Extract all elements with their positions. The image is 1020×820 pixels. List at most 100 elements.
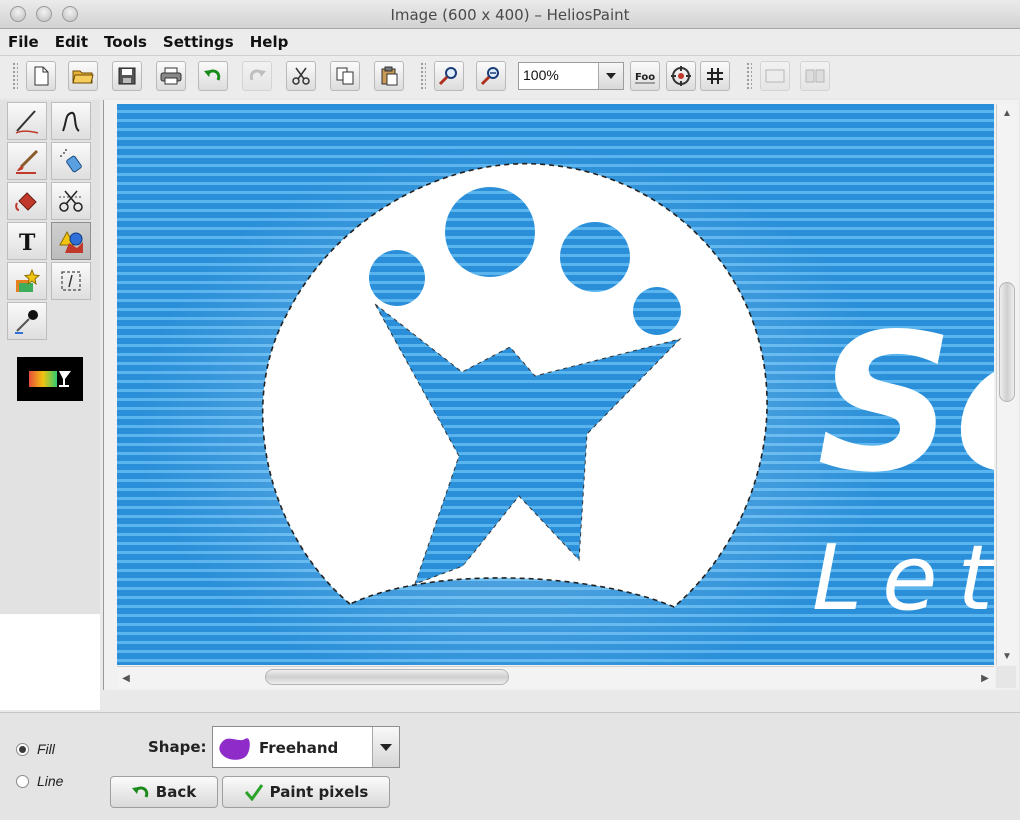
chevron-down-icon[interactable] bbox=[372, 727, 399, 767]
cut-button[interactable] bbox=[286, 61, 316, 91]
canvas-image: Sc Let bbox=[117, 104, 994, 665]
zoom-value: 100% bbox=[523, 67, 559, 83]
menu-tools[interactable]: Tools bbox=[104, 33, 147, 51]
vertical-scroll-thumb[interactable] bbox=[999, 282, 1015, 402]
redo-icon bbox=[249, 69, 266, 81]
spray-tool[interactable] bbox=[51, 142, 91, 180]
svg-text:T: T bbox=[19, 230, 36, 255]
zoom-out-icon bbox=[480, 67, 499, 86]
layout-split-button[interactable] bbox=[800, 61, 830, 91]
undo-button[interactable] bbox=[198, 61, 228, 91]
toolbar-grip[interactable] bbox=[746, 62, 752, 90]
scroll-up-icon[interactable]: ▲ bbox=[998, 104, 1016, 122]
paint-pixels-label: Paint pixels bbox=[269, 783, 369, 801]
menu-settings[interactable]: Settings bbox=[163, 33, 234, 51]
zoom-in-button[interactable] bbox=[434, 61, 464, 91]
zoom-select[interactable]: 100% bbox=[518, 62, 624, 90]
cut-icon bbox=[292, 67, 310, 85]
open-folder-icon bbox=[72, 70, 94, 84]
canvas-text-large: Sc bbox=[817, 293, 994, 514]
color-picker-icon bbox=[15, 310, 38, 334]
layout-single-button[interactable] bbox=[760, 61, 790, 91]
color-picker-tool[interactable] bbox=[7, 302, 47, 340]
fill-label: Fill bbox=[37, 741, 55, 757]
shape-value: Freehand bbox=[259, 739, 339, 757]
curve-icon bbox=[62, 111, 80, 132]
brush-tool[interactable] bbox=[7, 142, 47, 180]
svg-text:Foo: Foo bbox=[635, 72, 655, 83]
layout-split-icon bbox=[805, 69, 825, 83]
window-title: Image (600 x 400) – HeliosPaint bbox=[390, 6, 630, 24]
fill-radio[interactable] bbox=[16, 743, 29, 756]
zoom-in-icon bbox=[438, 67, 457, 86]
horizontal-scroll-thumb[interactable] bbox=[265, 669, 509, 685]
title-bar: Image (600 x 400) – HeliosPaint bbox=[0, 0, 1020, 29]
menu-edit[interactable]: Edit bbox=[55, 33, 88, 51]
text-size-icon: Foo bbox=[635, 72, 655, 84]
grid-icon bbox=[707, 68, 723, 84]
redo-button[interactable] bbox=[242, 61, 272, 91]
palette-blank-area bbox=[0, 614, 100, 710]
new-file-button[interactable] bbox=[26, 61, 56, 91]
toolbar bbox=[0, 56, 1020, 98]
shapes-tool[interactable] bbox=[51, 222, 91, 260]
color-gradient-icon bbox=[29, 371, 71, 387]
line-radio[interactable] bbox=[16, 775, 29, 788]
layout-single-icon bbox=[765, 69, 785, 83]
center-icon bbox=[671, 66, 691, 86]
copy-button[interactable] bbox=[330, 61, 360, 91]
center-button[interactable] bbox=[666, 61, 696, 91]
menu-bar: File Edit Tools Settings Help bbox=[0, 29, 1020, 56]
chevron-down-icon[interactable] bbox=[598, 63, 623, 89]
paste-button[interactable] bbox=[374, 61, 404, 91]
stamp-icon bbox=[16, 268, 41, 292]
pencil-icon bbox=[15, 110, 39, 134]
canvas-text-small: Let bbox=[812, 526, 994, 631]
copy-icon bbox=[336, 67, 354, 85]
undo-icon bbox=[204, 69, 221, 81]
stamp-tool[interactable] bbox=[7, 262, 47, 300]
fill-bucket-icon bbox=[15, 192, 37, 211]
shape-select[interactable]: Freehand bbox=[212, 726, 400, 768]
scissors-tool[interactable] bbox=[51, 182, 91, 220]
back-button[interactable]: Back bbox=[110, 776, 218, 808]
spray-icon bbox=[60, 149, 82, 173]
menu-help[interactable]: Help bbox=[250, 33, 289, 51]
horizontal-scrollbar[interactable]: ◀ ▶ bbox=[117, 666, 994, 689]
freehand-shape-icon bbox=[219, 738, 250, 760]
print-button[interactable] bbox=[156, 61, 186, 91]
paste-icon bbox=[381, 66, 398, 86]
pencil-tool[interactable] bbox=[7, 102, 47, 140]
select-tool[interactable] bbox=[51, 262, 91, 300]
scroll-down-icon[interactable]: ▼ bbox=[998, 647, 1016, 665]
color-preview[interactable] bbox=[17, 357, 83, 401]
scroll-left-icon[interactable]: ◀ bbox=[117, 669, 135, 687]
curve-tool[interactable] bbox=[51, 102, 91, 140]
scrollbar-corner bbox=[996, 666, 1016, 688]
toolbar-grip[interactable] bbox=[12, 62, 18, 90]
checkmark-icon bbox=[244, 784, 263, 801]
new-file-icon bbox=[34, 66, 49, 86]
text-tool-icon: T bbox=[19, 230, 36, 255]
toolbar-grip[interactable] bbox=[420, 62, 426, 90]
grid-button[interactable] bbox=[700, 61, 730, 91]
line-label: Line bbox=[37, 773, 64, 789]
scissors-icon bbox=[59, 190, 83, 212]
text-size-button[interactable]: Foo bbox=[630, 61, 660, 91]
fill-tool[interactable] bbox=[7, 182, 47, 220]
text-tool[interactable]: T bbox=[7, 222, 47, 260]
back-arrow-icon bbox=[131, 786, 148, 798]
menu-file[interactable]: File bbox=[8, 33, 39, 51]
image-canvas[interactable]: Sc Let bbox=[117, 104, 994, 665]
save-icon bbox=[118, 67, 136, 85]
scroll-right-icon[interactable]: ▶ bbox=[976, 669, 994, 687]
open-file-button[interactable] bbox=[68, 61, 98, 91]
brush-icon bbox=[16, 149, 39, 174]
back-label: Back bbox=[155, 783, 197, 801]
save-button[interactable] bbox=[112, 61, 142, 91]
zoom-out-button[interactable] bbox=[476, 61, 506, 91]
shape-label: Shape: bbox=[148, 738, 207, 756]
print-icon bbox=[160, 67, 182, 85]
paint-pixels-button[interactable]: Paint pixels bbox=[222, 776, 390, 808]
vertical-scrollbar[interactable]: ▲ ▼ bbox=[996, 104, 1017, 665]
